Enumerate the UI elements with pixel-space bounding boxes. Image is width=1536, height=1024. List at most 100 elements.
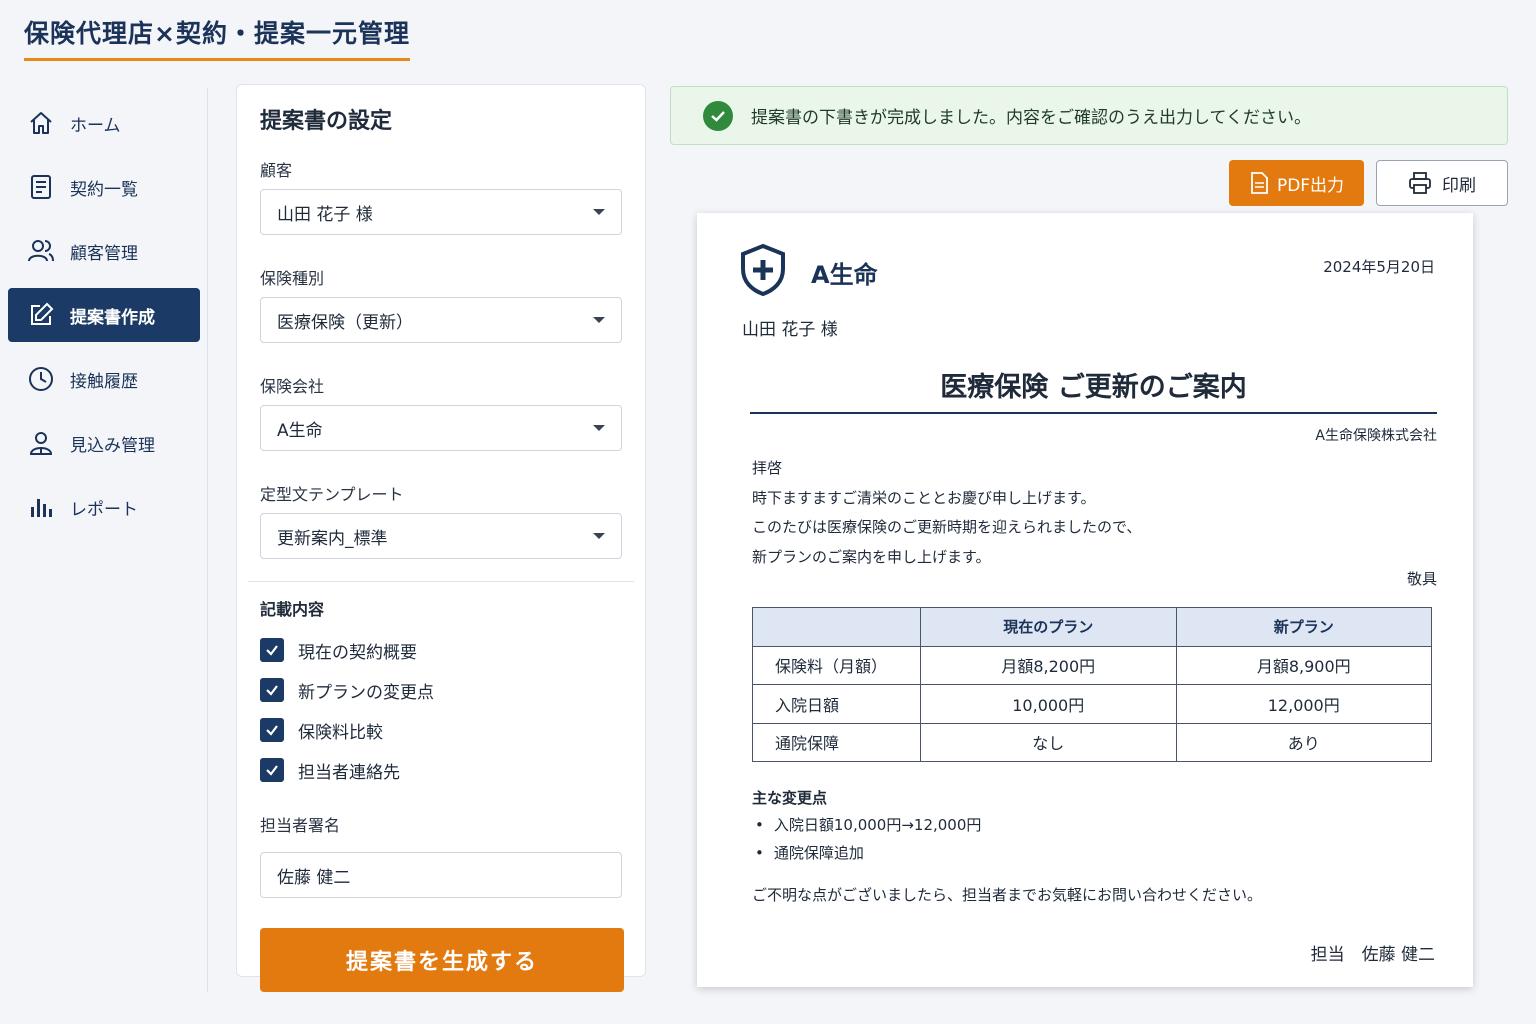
document-title: 医療保険 ご更新のご案内 (750, 365, 1437, 414)
pdf-export-button[interactable]: PDF出力 (1229, 160, 1364, 206)
generate-proposal-button[interactable]: 提案書を生成する (260, 928, 624, 992)
contents-option-label: 現在の契約概要 (298, 642, 417, 663)
success-alert: 提案書の下書きが完成しました。内容をご確認のうえ出力してください。 (670, 86, 1508, 145)
contents-option-label: 保険料比較 (298, 722, 383, 743)
contact-note: ご不明な点がございましたら、担当者までお気軽にお問い合わせください。 (752, 886, 1263, 904)
sidebar-item-label: 見込み管理 (70, 435, 155, 456)
table-row: 入院日額 10,000円 12,000円 (752, 684, 1432, 724)
edit-icon (26, 300, 56, 330)
sidebar-item-label: 提案書作成 (70, 307, 155, 328)
sidebar-item-label: レポート (70, 499, 138, 520)
table-row: 保険料（月額） 月額8,200円 月額8,900円 (752, 645, 1432, 685)
sidebar-item-label: ホーム (70, 115, 121, 136)
check-circle-icon (703, 100, 733, 131)
print-button[interactable]: 印刷 (1376, 160, 1508, 206)
contents-option-label: 新プランの変更点 (298, 682, 434, 703)
sidebar: ホーム 契約一覧 顧客管理 提案書作成 接触履歴 見込み管理 レポート (8, 96, 200, 544)
sidebar-item-label: 契約一覧 (70, 179, 138, 200)
sidebar-divider (207, 88, 208, 992)
document-body: 拝啓 時下ますますご清栄のこととお慶び申し上げます。 このたびは医療保険のご更新… (752, 454, 1141, 572)
app-title: 保険代理店×契約・提案一元管理 (24, 14, 410, 61)
body-line: 新プランのご案内を申し上げます。 (752, 547, 991, 566)
insurance-type-value: 医療保険（更新） (277, 312, 413, 333)
table-cell: あり (1175, 722, 1432, 762)
table-header-row: 現在のプラン 新プラン (752, 607, 1432, 647)
table-row: 通院保障 なし あり (752, 722, 1432, 762)
table-cell: 10,000円 (920, 684, 1177, 724)
document-list-icon (26, 172, 56, 202)
table-header: 現在のプラン (920, 607, 1177, 647)
proposal-preview: A生命 2024年5月20日 山田 花子 様 医療保険 ご更新のご案内 A生命保… (697, 213, 1473, 987)
check-icon (266, 645, 278, 656)
contents-option[interactable]: 担当者連絡先 (260, 750, 622, 790)
insurance-type-select[interactable]: 医療保険（更新） (260, 297, 622, 343)
template-select[interactable]: 更新案内_標準 (260, 513, 622, 559)
checkbox-checked[interactable] (260, 718, 284, 742)
bar-chart-icon (26, 492, 56, 522)
list-item: 通院保障追加 (755, 839, 981, 867)
table-cell: 月額8,900円 (1175, 645, 1432, 685)
shield-plus-icon (741, 243, 785, 297)
divider (248, 581, 634, 582)
print-label: 印刷 (1442, 175, 1476, 196)
contents-option[interactable]: 新プランの変更点 (260, 670, 622, 710)
sidebar-item-customers[interactable]: 顧客管理 (8, 224, 200, 278)
table-cell: 入院日額 (752, 684, 921, 724)
customer-select[interactable]: 山田 花子 様 (260, 189, 622, 235)
pdf-export-label: PDF出力 (1276, 175, 1345, 196)
checkbox-checked[interactable] (260, 638, 284, 662)
contents-title: 記載内容 (260, 600, 325, 619)
table-cell: 12,000円 (1175, 684, 1432, 724)
chevron-down-icon (593, 209, 605, 215)
company-label: 保険会社 (260, 377, 325, 396)
customer-value: 山田 花子 様 (277, 204, 373, 225)
checkbox-checked[interactable] (260, 678, 284, 702)
sidebar-item-prospects[interactable]: 見込み管理 (8, 416, 200, 470)
chevron-down-icon (593, 317, 605, 323)
contents-option[interactable]: 保険料比較 (260, 710, 622, 750)
signature-input[interactable] (260, 852, 622, 898)
chevron-down-icon (593, 425, 605, 431)
check-icon (266, 725, 278, 736)
sidebar-item-reports[interactable]: レポート (8, 480, 200, 534)
file-icon (1251, 172, 1268, 194)
table-header (752, 607, 921, 647)
body-line: 時下ますますご清栄のこととお慶び申し上げます。 (752, 488, 1096, 507)
table-cell: 月額8,200円 (920, 645, 1177, 685)
check-icon (266, 765, 278, 776)
list-item: 入院日額10,000円→12,000円 (755, 811, 982, 839)
printer-icon (1409, 172, 1431, 194)
table-cell: なし (920, 722, 1177, 762)
template-label: 定型文テンプレート (260, 485, 404, 504)
signature-label: 担当者署名 (260, 816, 341, 835)
table-header: 新プラン (1175, 607, 1432, 647)
contents-option-label: 担当者連絡先 (298, 762, 400, 783)
insurance-type-label: 保険種別 (260, 269, 325, 288)
sidebar-item-label: 顧客管理 (70, 243, 138, 264)
sidebar-item-home[interactable]: ホーム (8, 96, 200, 150)
proposal-settings-panel: 提案書の設定 顧客 山田 花子 様 保険種別 医療保険（更新） 保険会社 A生命… (236, 84, 646, 992)
document-signature: 担当 佐藤 健二 (1310, 945, 1435, 965)
body-line: このたびは医療保険のご更新時期を迎えられましたので、 (752, 518, 1142, 536)
contents-option[interactable]: 現在の契約概要 (260, 630, 622, 670)
insurer-brand: A生命 (811, 261, 878, 289)
clock-icon (26, 364, 56, 394)
document-recipient: 山田 花子 様 (742, 320, 838, 340)
prospect-user-icon (26, 428, 56, 458)
sidebar-item-proposal[interactable]: 提案書作成 (8, 288, 200, 342)
greeting: 拝啓 (752, 459, 783, 477)
sidebar-item-history[interactable]: 接触履歴 (8, 352, 200, 406)
closing: 敬具 (1406, 570, 1437, 588)
document-company: A生命保険株式会社 (1315, 428, 1437, 444)
users-icon (26, 236, 56, 266)
changes-list: 入院日額10,000円→12,000円 通院保障追加 (755, 811, 982, 867)
company-value: A生命 (277, 420, 323, 441)
checkbox-checked[interactable] (260, 758, 284, 782)
sidebar-item-contracts[interactable]: 契約一覧 (8, 160, 200, 214)
chevron-down-icon (593, 533, 605, 539)
template-value: 更新案内_標準 (277, 528, 388, 549)
company-select[interactable]: A生命 (260, 405, 622, 451)
settings-title: 提案書の設定 (260, 109, 393, 134)
check-icon (266, 685, 278, 696)
table-cell: 通院保障 (752, 722, 921, 762)
